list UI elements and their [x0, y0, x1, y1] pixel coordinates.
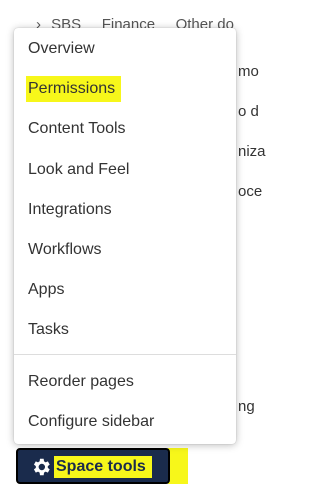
menu-item-overview[interactable]: Overview	[28, 36, 95, 62]
menu-item-look-and-feel[interactable]: Look and Feel	[28, 157, 129, 183]
menu-item-workflows[interactable]: Workflows	[28, 237, 102, 263]
space-tools-menu: Overview Permissions Content Tools Look …	[14, 28, 236, 444]
menu-item-content-tools[interactable]: Content Tools	[28, 116, 126, 142]
space-tools-button[interactable]: Space tools	[16, 448, 170, 484]
menu-item-permissions[interactable]: Permissions	[26, 76, 122, 102]
highlight-mark	[168, 448, 188, 484]
background-text: o d	[238, 103, 259, 120]
menu-item-reorder-pages[interactable]: Reorder pages	[28, 369, 134, 395]
background-text: niza	[238, 143, 266, 160]
menu-divider	[14, 354, 236, 355]
background-text: ng	[238, 398, 255, 415]
background-text: oce	[238, 183, 263, 200]
menu-item-configure-sidebar[interactable]: Configure sidebar	[28, 409, 154, 435]
menu-item-apps[interactable]: Apps	[28, 277, 64, 303]
menu-item-tasks[interactable]: Tasks	[28, 317, 69, 343]
gear-icon	[33, 458, 50, 476]
background-text: mo	[238, 63, 259, 80]
menu-item-integrations[interactable]: Integrations	[28, 197, 112, 223]
space-tools-label: Space tools	[54, 456, 152, 478]
